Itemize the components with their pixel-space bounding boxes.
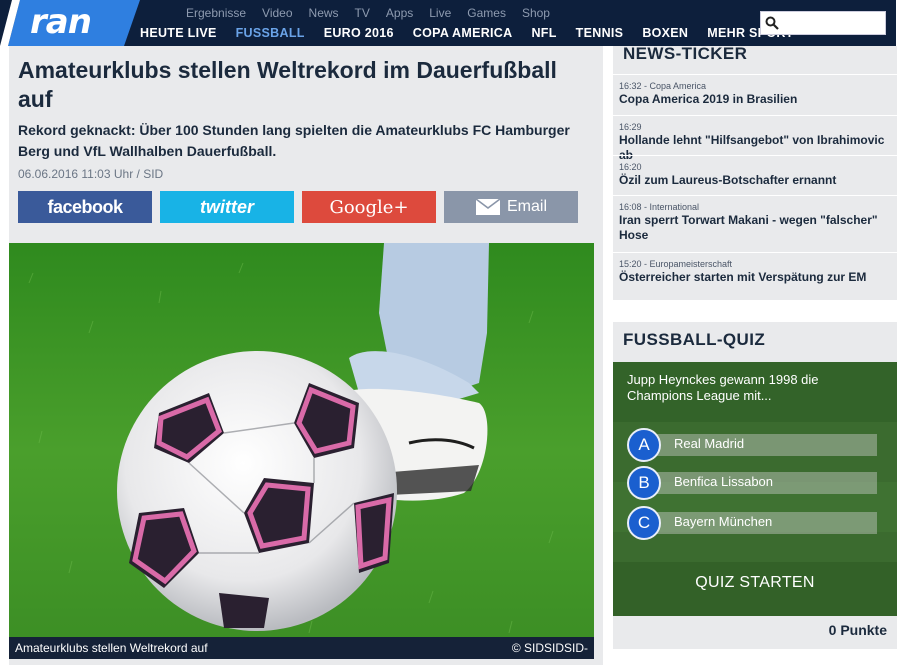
quiz-answer-a[interactable]: A Real Madrid [627, 428, 877, 462]
ticker-item-title[interactable]: Österreicher starten mit Verspätung zur … [619, 270, 897, 285]
nav-nfl[interactable]: NFL [531, 25, 556, 41]
ticker-item-title[interactable]: Copa America 2019 in Brasilien [619, 92, 897, 107]
quiz-answer-b[interactable]: B Benfica Lissabon [627, 466, 877, 500]
subnav-shop[interactable]: Shop [522, 6, 550, 20]
ticker-item-title[interactable]: Özil zum Laureus-Botschafter ernannt [619, 173, 897, 188]
ticker-item[interactable]: 16:32 - Copa America Copa America 2019 i… [613, 74, 897, 107]
ticker-item-meta: 16:29 [619, 122, 642, 132]
subnav-news[interactable]: News [309, 6, 339, 20]
subnav-ergebnisse[interactable]: Ergebnisse [186, 6, 246, 20]
answer-letter: A [627, 428, 661, 462]
article-teaser: Rekord geknackt: Über 100 Stunden lang s… [18, 122, 570, 159]
football-image [9, 243, 594, 659]
ticker-item-meta: 16:20 [619, 162, 642, 172]
main-navigation: HEUTE LIVE FUSSBALL EURO 2016 COPA AMERI… [140, 25, 813, 41]
share-facebook-button[interactable]: facebook [18, 191, 152, 223]
ticker-item[interactable]: 16:20 Özil zum Laureus-Botschafter ernan… [613, 155, 897, 188]
envelope-icon [475, 198, 501, 215]
nav-boxen[interactable]: BOXEN [642, 25, 688, 41]
photo-caption: Amateurklubs stellen Weltrekord auf © SI… [9, 637, 594, 659]
email-label: Email [506, 198, 547, 215]
quiz-question: Jupp Heynckes gewann 1998 die Champions … [627, 372, 819, 403]
search-input[interactable] [781, 14, 881, 32]
subnav-tv[interactable]: TV [355, 6, 370, 20]
article: Amateurklubs stellen Weltrekord im Dauer… [9, 46, 603, 665]
article-photo[interactable]: Amateurklubs stellen Weltrekord auf © SI… [9, 243, 594, 659]
facebook-label: facebook [47, 196, 123, 217]
ticker-item-meta: 16:08 - International [619, 202, 700, 212]
answer-letter: B [627, 466, 661, 500]
quiz-answer-c[interactable]: C Bayern München [627, 506, 877, 540]
ticker-item[interactable]: 16:08 - International Iran sperrt Torwar… [613, 195, 897, 243]
nav-copa-america[interactable]: COPA AMERICA [413, 25, 513, 41]
nav-fussball[interactable]: FUSSBALL [236, 25, 305, 41]
subnav-games[interactable]: Games [467, 6, 506, 20]
ticker-item-title[interactable]: Iran sperrt Torwart Makani - wegen "fals… [619, 213, 897, 243]
sub-navigation: Ergebnisse Video News TV Apps Live Games… [186, 6, 566, 20]
ticker-title: NEWS-TICKER [623, 44, 748, 63]
quiz-footer: 0 Punkte [613, 620, 897, 644]
logo-text: ran [30, 2, 92, 42]
quiz-title: FUSSBALL-QUIZ [623, 330, 766, 349]
google-label: Google+ [329, 196, 409, 218]
photo-credit: © SIDSIDSID- [511, 641, 588, 655]
share-twitter-button[interactable]: twitter [160, 191, 294, 223]
nav-euro-2016[interactable]: EURO 2016 [324, 25, 394, 41]
answer-letter: C [627, 506, 661, 540]
twitter-label: twitter [200, 196, 254, 217]
ran-logo[interactable]: ran [0, 0, 140, 46]
article-dateline: 06.06.2016 11:03 Uhr / SID [18, 167, 164, 181]
subnav-apps[interactable]: Apps [386, 6, 413, 20]
search-icon[interactable] [765, 16, 779, 30]
quiz-panel: Jupp Heynckes gewann 1998 die Champions … [613, 362, 897, 616]
share-google-button[interactable]: Google+ [302, 191, 436, 223]
subnav-live[interactable]: Live [429, 6, 451, 20]
site-header: ran Ergebnisse Video News TV Apps Live G… [0, 0, 900, 46]
ticker-item-meta: 16:32 - Copa America [619, 81, 707, 91]
answer-label: Real Madrid [674, 436, 745, 451]
share-email-button[interactable]: Email [444, 191, 578, 223]
quiz-start-button[interactable]: QUIZ STARTEN [613, 574, 897, 592]
answer-label: Benfica Lissabon [674, 474, 774, 489]
search-box[interactable] [760, 11, 886, 35]
news-ticker: NEWS-TICKER 16:32 - Copa America Copa Am… [613, 44, 897, 300]
answer-label: Bayern München [674, 514, 773, 529]
nav-heute-live[interactable]: HEUTE LIVE [140, 25, 217, 41]
ticker-item[interactable]: 15:20 - Europameisterschaft Österreicher… [613, 252, 897, 285]
article-headline: Amateurklubs stellen Weltrekord im Dauer… [18, 57, 557, 112]
nav-tennis[interactable]: TENNIS [576, 25, 624, 41]
subnav-video[interactable]: Video [262, 6, 292, 20]
football-quiz: FUSSBALL-QUIZ Jupp Heynckes gewann 1998 … [613, 322, 897, 649]
ticker-item-meta: 15:20 - Europameisterschaft [619, 259, 733, 269]
quiz-points: 0 Punkte [828, 622, 887, 638]
caption-text: Amateurklubs stellen Weltrekord auf [15, 641, 208, 655]
